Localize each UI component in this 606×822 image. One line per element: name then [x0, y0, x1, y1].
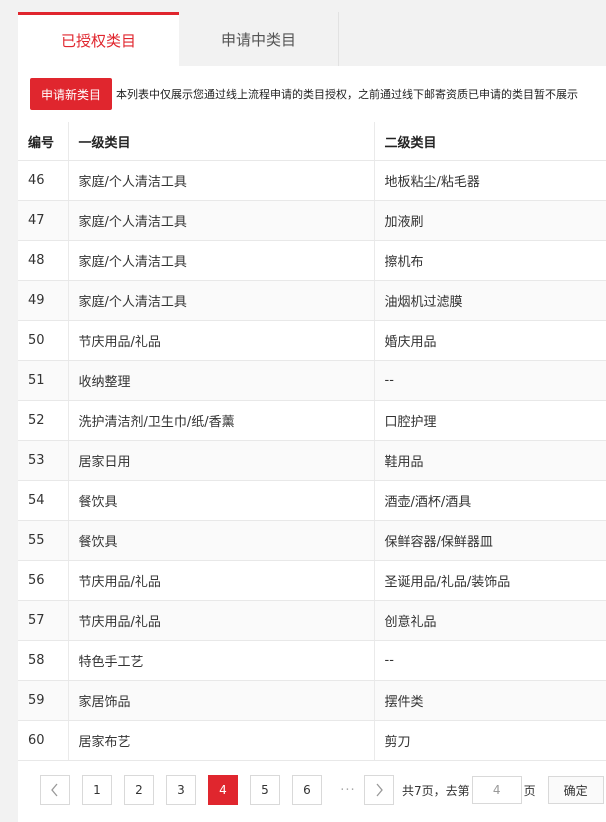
page-button-6[interactable]: 6	[292, 775, 322, 805]
cell-level2-category: 创意礼品	[374, 600, 606, 641]
chevron-left-icon	[51, 783, 58, 797]
table-row: 56 节庆用品/礼品 圣诞用品/礼品/装饰品	[18, 560, 606, 601]
cell-level1-category: 节庆用品/礼品	[68, 320, 375, 361]
cell-level2-category: --	[374, 640, 606, 681]
table-row: 59 家居饰品 摆件类	[18, 680, 606, 721]
cell-level1-category: 家庭/个人清洁工具	[68, 240, 375, 281]
table-row: 55 餐饮具 保鲜容器/保鲜器皿	[18, 520, 606, 561]
cell-level2-category: 剪刀	[374, 720, 606, 761]
table-row: 46 家庭/个人清洁工具 地板粘尘/粘毛器	[18, 160, 606, 201]
table-row: 52 洗护清洁剂/卫生巾/纸/香薰 口腔护理	[18, 400, 606, 441]
cell-level1-category: 特色手工艺	[68, 640, 375, 681]
cell-id: 58	[18, 640, 69, 681]
cell-id: 56	[18, 560, 69, 601]
page-button-2[interactable]: 2	[124, 775, 154, 805]
page-button-4-current[interactable]: 4	[208, 775, 238, 805]
cell-level1-category: 家庭/个人清洁工具	[68, 160, 375, 201]
cell-level2-category: 酒壶/酒杯/酒具	[374, 480, 606, 521]
page-button-3[interactable]: 3	[166, 775, 196, 805]
page-unit-label: 页	[523, 783, 536, 798]
next-page-button[interactable]	[364, 775, 394, 805]
table-row: 48 家庭/个人清洁工具 擦机布	[18, 240, 606, 281]
cell-id: 54	[18, 480, 69, 521]
cell-level1-category: 居家布艺	[68, 720, 375, 761]
notice-text: 本列表中仅展示您通过线上流程申请的类目授权，之前通过线下邮寄资质已申请的类目暂不…	[116, 88, 579, 101]
cell-level2-category: 婚庆用品	[374, 320, 606, 361]
cell-level1-category: 餐饮具	[68, 520, 375, 561]
cell-level2-category: 保鲜容器/保鲜器皿	[374, 520, 606, 561]
cell-id: 47	[18, 200, 69, 241]
cell-id: 55	[18, 520, 69, 561]
cell-id: 48	[18, 240, 69, 281]
cell-id: 52	[18, 400, 69, 441]
cell-level2-category: 油烟机过滤膜	[374, 280, 606, 321]
table-row: 54 餐饮具 酒壶/酒杯/酒具	[18, 480, 606, 521]
cell-level1-category: 节庆用品/礼品	[68, 560, 375, 601]
column-header-level1: 一级类目	[68, 122, 375, 161]
cell-level2-category: --	[374, 360, 606, 401]
total-pages-text: 共7页，去第	[402, 783, 470, 798]
cell-id: 51	[18, 360, 69, 401]
table-row: 53 居家日用 鞋用品	[18, 440, 606, 481]
cell-level1-category: 家庭/个人清洁工具	[68, 200, 375, 241]
cell-level2-category: 摆件类	[374, 680, 606, 721]
cell-level1-category: 收纳整理	[68, 360, 375, 401]
category-table: 编号 一级类目 二级类目 46 家庭/个人清洁工具 地板粘尘/粘毛器 47 家庭/个人清…	[18, 122, 606, 761]
page-button-5[interactable]: 5	[250, 775, 280, 805]
column-header-level2: 二级类目	[374, 122, 606, 161]
cell-id: 57	[18, 600, 69, 641]
tab-pending-categories[interactable]: 申请中类目	[179, 12, 339, 66]
cell-level2-category: 加液刷	[374, 200, 606, 241]
cell-level1-category: 餐饮具	[68, 480, 375, 521]
cell-level2-category: 鞋用品	[374, 440, 606, 481]
page-button-1[interactable]: 1	[82, 775, 112, 805]
cell-level1-category: 居家日用	[68, 440, 375, 481]
cell-level2-category: 圣诞用品/礼品/装饰品	[374, 560, 606, 601]
apply-new-category-button[interactable]: 申请新类目	[30, 78, 113, 110]
table-row: 50 节庆用品/礼品 婚庆用品	[18, 320, 606, 361]
cell-level2-category: 口腔护理	[374, 400, 606, 441]
column-header-id: 编号	[18, 122, 69, 161]
pagination: 1 2 3 4 5 6 ··· 共7页，去第 页 确定	[40, 774, 604, 806]
cell-level1-category: 节庆用品/礼品	[68, 600, 375, 641]
table-header-row: 编号 一级类目 二级类目	[18, 122, 606, 161]
table-row: 51 收纳整理 --	[18, 360, 606, 401]
cell-level2-category: 擦机布	[374, 240, 606, 281]
category-tabs: 已授权类目 申请中类目	[18, 12, 606, 66]
page-jump-input[interactable]	[471, 776, 522, 804]
cell-id: 50	[18, 320, 69, 361]
cell-level1-category: 家庭/个人清洁工具	[68, 280, 375, 321]
prev-page-button[interactable]	[40, 775, 70, 805]
cell-id: 49	[18, 280, 69, 321]
table-row: 60 居家布艺 剪刀	[18, 720, 606, 761]
category-panel: 申请新类目 本列表中仅展示您通过线上流程申请的类目授权，之前通过线下邮寄资质已申…	[18, 66, 606, 822]
pagination-ellipsis: ···	[340, 782, 356, 798]
cell-id: 60	[18, 720, 69, 761]
table-row: 58 特色手工艺 --	[18, 640, 606, 681]
cell-id: 46	[18, 160, 69, 201]
chevron-right-icon	[376, 783, 383, 797]
confirm-jump-button[interactable]: 确定	[547, 776, 604, 804]
tab-authorized-categories[interactable]: 已授权类目	[18, 12, 179, 66]
cell-level2-category: 地板粘尘/粘毛器	[374, 160, 606, 201]
table-row: 49 家庭/个人清洁工具 油烟机过滤膜	[18, 280, 606, 321]
cell-level1-category: 洗护清洁剂/卫生巾/纸/香薰	[68, 400, 375, 441]
toolbar: 申请新类目 本列表中仅展示您通过线上流程申请的类目授权，之前通过线下邮寄资质已申…	[30, 78, 606, 110]
cell-level1-category: 家居饰品	[68, 680, 375, 721]
cell-id: 53	[18, 440, 69, 481]
table-row: 47 家庭/个人清洁工具 加液刷	[18, 200, 606, 241]
table-row: 57 节庆用品/礼品 创意礼品	[18, 600, 606, 641]
cell-id: 59	[18, 680, 69, 721]
